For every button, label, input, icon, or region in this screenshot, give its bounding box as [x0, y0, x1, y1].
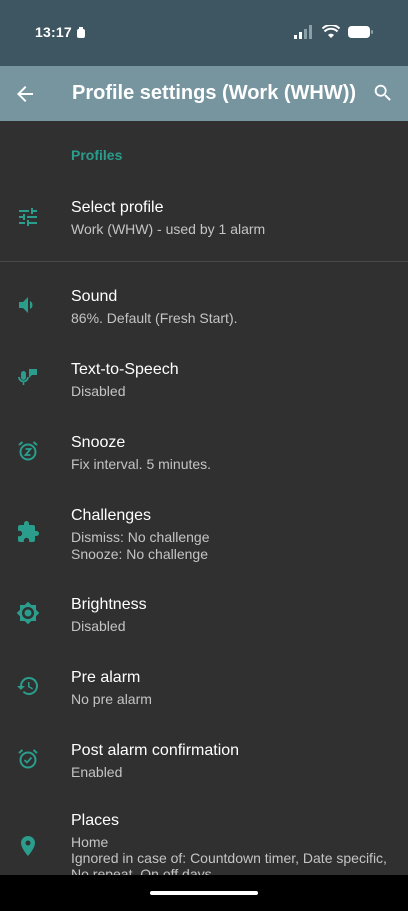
setting-value-dismiss: Dismiss: No challenge — [71, 529, 210, 545]
section-header-profiles: Profiles — [71, 147, 123, 163]
setting-label: Sound — [71, 288, 118, 305]
setting-value: Disabled — [71, 618, 126, 634]
puzzle-icon — [18, 521, 39, 542]
setting-value: 86%. Default (Fresh Start). — [71, 310, 238, 326]
settings-list: Profiles Select profile Work (WHW) - use… — [0, 121, 408, 875]
page-title: Profile settings (Work (WHW)) — [72, 82, 357, 104]
setting-value: Disabled — [71, 383, 126, 399]
setting-pre-alarm[interactable]: Pre alarm No pre alarm — [0, 666, 408, 716]
voice-icon — [18, 369, 37, 385]
history-icon — [17, 676, 39, 695]
status-time: 13:17 — [35, 24, 72, 40]
setting-value: Work (WHW) - used by 1 alarm — [71, 221, 266, 237]
search-icon[interactable] — [372, 82, 394, 104]
volume-icon — [19, 297, 33, 313]
brightness-icon — [16, 601, 40, 625]
setting-text-to-speech[interactable]: Text-to-Speech Disabled — [0, 358, 408, 408]
setting-value-place: Home — [71, 834, 109, 850]
system-nav-bar — [0, 875, 408, 911]
setting-value-ignored-cont: No repeat, On off days — [71, 866, 212, 875]
setting-post-alarm-confirmation[interactable]: Post alarm confirmation Enabled — [0, 739, 408, 789]
setting-label: Places — [71, 812, 120, 829]
setting-label: Pre alarm — [71, 669, 141, 686]
setting-label: Snooze — [71, 434, 126, 451]
location-icon — [21, 836, 35, 856]
home-indicator[interactable] — [150, 891, 258, 895]
snooze-icon — [18, 441, 38, 461]
back-arrow-icon[interactable] — [13, 82, 37, 106]
setting-value: Fix interval. 5 minutes. — [71, 456, 212, 472]
setting-sound[interactable]: Sound 86%. Default (Fresh Start). — [0, 285, 408, 335]
signal-icon — [294, 25, 312, 39]
battery-icon — [348, 26, 373, 38]
divider — [0, 261, 408, 262]
notification-icon — [77, 27, 85, 38]
status-icons — [294, 25, 374, 39]
setting-label: Text-to-Speech — [71, 361, 179, 378]
setting-value-ignored: Ignored in case of: Countdown timer, Dat… — [71, 850, 387, 866]
setting-label: Brightness — [71, 596, 147, 613]
setting-label: Select profile — [71, 199, 164, 216]
setting-places[interactable]: Places Home Ignored in case of: Countdow… — [0, 812, 408, 875]
setting-brightness[interactable]: Brightness Disabled — [0, 593, 408, 643]
app-bar: Profile settings (Work (WHW)) — [0, 66, 408, 121]
setting-challenges[interactable]: Challenges Dismiss: No challenge Snooze:… — [0, 504, 408, 570]
setting-select-profile[interactable]: Select profile Work (WHW) - used by 1 al… — [0, 195, 408, 255]
setting-value: No pre alarm — [71, 691, 152, 707]
status-bar: 13:17 — [0, 0, 408, 66]
alarm-check-icon — [18, 749, 38, 769]
tune-icon — [19, 208, 37, 226]
setting-value-snooze: Snooze: No challenge — [71, 546, 208, 562]
setting-value: Enabled — [71, 764, 123, 780]
setting-label: Challenges — [71, 507, 152, 524]
wifi-icon — [322, 25, 340, 38]
setting-label: Post alarm confirmation — [71, 742, 240, 759]
setting-snooze[interactable]: Snooze Fix interval. 5 minutes. — [0, 431, 408, 481]
